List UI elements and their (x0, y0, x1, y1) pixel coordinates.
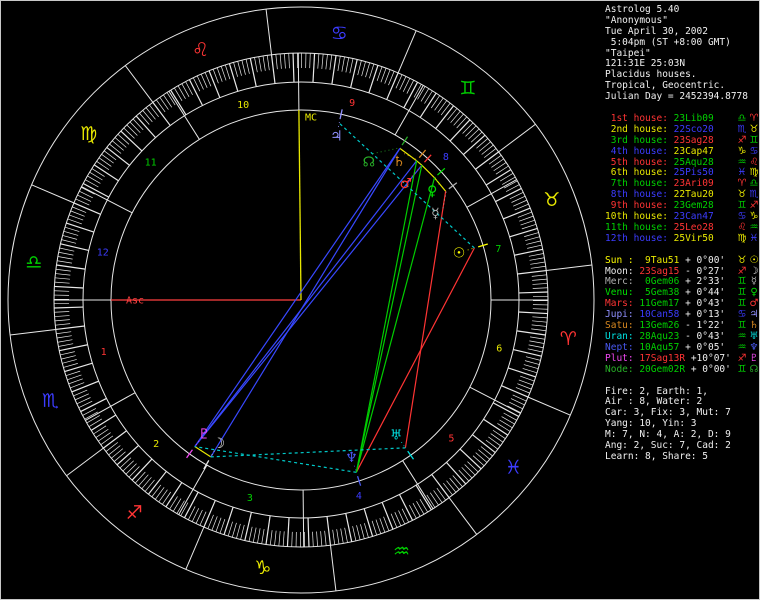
planet-merc-glyph: ☿ (431, 206, 440, 222)
natal-chart-wheel: ♈♉♊♋♌♍♎♏♐♑♒♓ 123 456789101112MCAsc ☉☽☿♀♂♃… (7, 6, 595, 594)
house-cusp-ring: 123 456789101112MCAsc (54, 53, 548, 547)
planet-name: Node: (605, 363, 640, 375)
planet-position: 20Gem02R (639, 363, 686, 375)
planet-position-list: Sun : 9Tau51 + 0°00' ♉ ☉ Moon: 23Sag15 - 0°… (605, 254, 759, 376)
planet-node-glyph: ☊ (363, 155, 375, 171)
house-number: 4 (356, 491, 362, 502)
planet-sun-glyph: ☉ (453, 245, 466, 261)
planet-name: Plut: (605, 352, 640, 364)
house-number: 10 (237, 100, 249, 111)
planet-mars-glyph: ♂ (400, 176, 413, 192)
planet-latitude: + 0°00' (679, 254, 726, 266)
house-label: 4th house: (605, 145, 674, 157)
chart-info-block: "Anonymous" Tue April 30, 2002 5:04pm (ST… (605, 15, 759, 103)
planet-plut-glyph: ♇ (198, 427, 211, 443)
planet-satu-glyph: ♄ (393, 154, 406, 170)
house-cusp-value: 23Cap47 (673, 145, 714, 157)
zodiac-tau-glyph: ♉ (543, 189, 560, 211)
house-number: 8 (443, 152, 449, 163)
house-number: 5 (448, 433, 454, 444)
zodiac-sco-glyph: ♏ (42, 390, 59, 412)
zodiac-tau-icon: ♉ (737, 254, 747, 266)
aspect-lines (194, 122, 475, 473)
planet-position: 9Tau51 (639, 254, 680, 266)
house-number: 12 (97, 247, 109, 258)
zodiac-vir-icon: ♍ (737, 232, 747, 244)
zodiac-can-glyph: ♋ (331, 22, 348, 44)
planet-row: Plut: 17Sag13R +10°07' ♐ ♇ (605, 352, 759, 365)
planet-node-icon: ☊ (749, 363, 759, 375)
stat-line: Learn: 8, Share: 5 (605, 450, 708, 462)
planet-plut-icon: ♇ (749, 352, 759, 364)
planet-glyph-layer: ☉ ☽ ☿ ♀ ♂ ♃ ♄ ♅ ♆ ♇ ☊ (186, 109, 488, 486)
planet-name: Sun : (605, 254, 640, 266)
zodiac-gem-icon: ♊ (737, 363, 747, 375)
zodiac-sag-icon: ♐ (737, 352, 747, 364)
planet-row: Node: 20Gem02R + 0°00' ♊ ☊ (605, 363, 759, 376)
house-cusp-list: 1st house: 23Lib09 ♎ ♈ 2nd house: 22Sco20 ♏… (605, 113, 759, 245)
zodiac-can-icon: ♋ (749, 145, 759, 157)
info-sidebar: Astrolog 5.40 "Anonymous" Tue April 30, 2… (602, 4, 759, 463)
planet-uran-glyph: ♅ (390, 428, 403, 444)
house-cusp-value: 25Vir50 (673, 232, 714, 244)
planet-moon-glyph: ☽ (212, 436, 225, 452)
planet-jupi-glyph: ♃ (330, 129, 343, 145)
zodiac-cap-glyph: ♑ (254, 557, 271, 579)
zodiac-lib-glyph: ♎ (25, 251, 42, 273)
zodiac-aqu-glyph: ♒ (393, 540, 410, 562)
zodiac-pis-icon: ♓ (749, 232, 759, 244)
house-number: 11 (145, 158, 157, 169)
zodiac-ari-glyph: ♈ (560, 328, 577, 350)
chart-info-line: 5:04pm (ST +8:00 GMT) (605, 36, 731, 48)
planet-sun-icon: ☉ (749, 254, 759, 266)
house-number: 3 (247, 493, 253, 504)
house-number: 6 (496, 344, 502, 355)
zodiac-vir-glyph: ♍ (80, 123, 97, 145)
house-cusp-row: 12th house: 25Vir50 ♍ ♓ (605, 232, 759, 245)
planet-position: 17Sag13R (639, 352, 686, 364)
planet-row: Sun : 9Tau51 + 0°00' ♉ ☉ (605, 254, 759, 267)
statistics-block: Fire: 2, Earth: 1, Air : 8, Water: 2 Car: … (605, 386, 759, 463)
house-label: 12th house: (605, 232, 674, 244)
chart-info-line: Julian Day = 2452394.8778 (605, 91, 748, 103)
house-number: 2 (153, 439, 159, 450)
planet-nept-glyph: ♆ (345, 450, 358, 466)
house-cusp-row: 4th house: 23Cap47 ♑ ♋ (605, 145, 759, 158)
zodiac-leo-glyph: ♌ (192, 39, 209, 61)
zodiac-pis-glyph: ♓ (505, 456, 522, 478)
planet-venu-glyph: ♀ (427, 183, 437, 199)
house-number: 1 (101, 347, 107, 358)
house-number: 9 (349, 98, 355, 109)
zodiac-cap-icon: ♑ (737, 145, 747, 157)
planet-latitude: + 0°00' (685, 363, 731, 375)
astrolog-window: ♈ ♉ ♊ ♋ ♌ ♍ ♎ ♏ ♐ ♑ ♒ ♓ 1 2 3 4 5 6 7 8 9 10 11 12 MC Asc ☉ ☽ ☿ ♀ ♂ ♃… (0, 0, 760, 600)
zodiac-sag-glyph: ♐ (126, 502, 143, 524)
angle-label-asc: Asc (126, 296, 144, 307)
house-number: 7 (495, 244, 501, 255)
angle-label-mc: MC (305, 113, 317, 124)
zodiac-gem-glyph: ♊ (459, 77, 476, 99)
planet-latitude: +10°07' (685, 352, 731, 364)
